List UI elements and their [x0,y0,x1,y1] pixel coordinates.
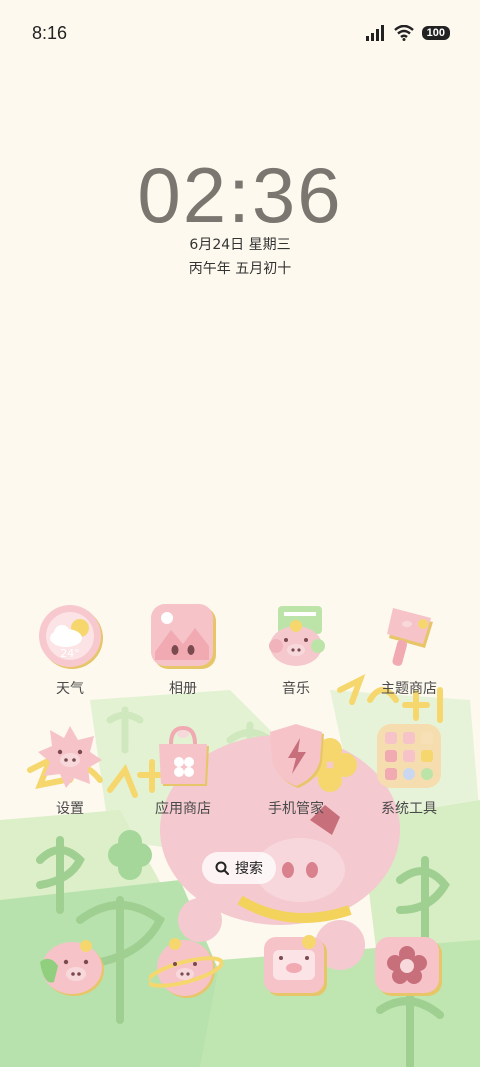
app-label: 应用商店 [155,801,211,817]
app-label: 相册 [169,681,197,697]
app-label: 系统工具 [381,801,437,817]
app-weather[interactable]: 24° 天气 [25,602,115,698]
app-theme-store[interactable]: 主题商店 [364,602,454,698]
app-label: 音乐 [282,681,310,697]
signal-icon [365,25,384,41]
app-label: 设置 [56,801,84,817]
app-label: 主题商店 [381,681,437,697]
planet-pig-icon [146,938,224,998]
clock-time[interactable]: 02:36 [0,150,480,241]
app-app-store[interactable]: 应用商店 [138,722,228,818]
app-system-tools-folder[interactable]: 系统工具 [364,722,454,818]
message-icon [264,935,327,996]
app-music[interactable]: 音乐 [251,602,341,698]
dock-phone[interactable] [34,932,108,1002]
dock-browser[interactable] [146,932,224,1002]
settings-icon [38,726,102,788]
search-button[interactable]: 搜索 [202,852,276,884]
gallery-icon [151,604,216,669]
search-icon [215,861,229,875]
app-label: 天气 [56,681,84,697]
clock-date: 6月24日 星期三 [189,237,291,253]
weather-icon-temp: 24° [60,647,80,660]
app-gallery[interactable]: 相册 [138,602,228,698]
status-time: 8:16 [32,22,68,43]
wifi-icon [393,25,414,41]
app-label: 手机管家 [268,801,324,817]
phone-icon [40,940,104,996]
folder-icon [377,724,441,788]
app-settings[interactable]: 设置 [25,722,115,818]
shield-icon [270,724,324,788]
status-bar: 8:16 100 [0,0,480,66]
clock-lunar-date: 丙午年 五月初十 [188,261,292,277]
shopping-bag-icon [159,725,209,786]
dock-messages[interactable] [259,932,333,1002]
music-icon [269,606,325,666]
dock-camera[interactable] [372,932,446,1002]
camera-icon [375,937,442,996]
battery-indicator: 100 [421,26,450,40]
theme-brush-icon [387,608,433,666]
app-phone-manager[interactable]: 手机管家 [251,722,341,818]
search-label: 搜索 [235,861,263,877]
